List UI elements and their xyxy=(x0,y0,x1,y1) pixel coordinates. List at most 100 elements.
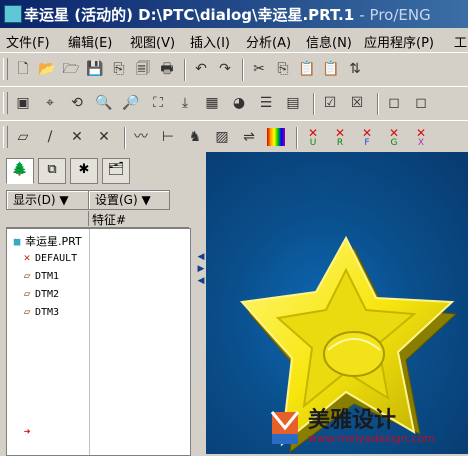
menu-analysis[interactable]: 分析(A) xyxy=(246,32,291,51)
analysis-letter-label: G xyxy=(390,138,398,148)
repaint-icon[interactable]: ▣ xyxy=(14,94,32,112)
orient-mode-icon[interactable]: ⟲ xyxy=(68,94,86,112)
tree-row[interactable]: ▱ DTM3 xyxy=(19,305,59,321)
tree-row[interactable]: ✕ DEFAULT xyxy=(19,251,77,267)
paste-special-icon[interactable]: 📋 xyxy=(322,60,340,78)
navigator-panel: 🌲 ⧉ ✱ 🗂 显示(D) ▼ 设置(G) ▼ 特征# ■ 幸运星.PRT ✕ DEFAUL… xyxy=(0,152,197,456)
title-bar: 幸运星 (活动的) D:\PTC\dialog\幸运星.PRT.1 - Pro/… xyxy=(0,0,468,28)
wireframe-icon[interactable]: ◻ xyxy=(385,94,403,112)
menu-view[interactable]: 视图(V) xyxy=(130,32,175,51)
menu-bar: 文件(F) 编辑(E) 视图(V) 插入(I) 分析(A) 信息(N) 应用程序… xyxy=(0,28,468,53)
reorient-icon[interactable]: ⤓ xyxy=(176,94,194,112)
datum-points-icon[interactable]: ✕ xyxy=(68,128,86,146)
toolbar-separator xyxy=(242,59,244,81)
color-map-icon[interactable]: ▮ xyxy=(267,128,285,146)
menu-applications[interactable]: 应用程序(P) xyxy=(364,32,434,51)
coordinate-systems-icon[interactable]: ✕ xyxy=(95,128,113,146)
reflection-icon[interactable]: ⇌ xyxy=(240,128,258,146)
datum-plane-icon: ▱ xyxy=(23,287,31,300)
layers-icon[interactable]: ☰ xyxy=(257,94,275,112)
undo-icon[interactable]: ↶ xyxy=(192,60,210,78)
cancel-icon[interactable]: ☒ xyxy=(348,94,366,112)
zoom-out-icon[interactable]: 🔎 xyxy=(122,94,140,112)
model-tree-tab[interactable]: 🌲 xyxy=(6,158,34,184)
analysis-letter-label: U xyxy=(309,138,317,148)
favorites-tab[interactable]: ✱ xyxy=(70,158,98,184)
save-copy-icon[interactable]: ⎘ xyxy=(110,60,128,78)
toolbar-separator xyxy=(296,127,298,149)
collapse-arrow-icon-2[interactable]: ◀ xyxy=(196,276,206,286)
layer-tab[interactable]: ⧉ xyxy=(38,158,66,184)
title-path: D:\PTC\dialog\幸运星.PRT.1 xyxy=(138,6,355,24)
toolbar-separator xyxy=(313,93,315,115)
appearance-icon[interactable]: ◕ xyxy=(230,94,248,112)
part-icon: ■ xyxy=(13,235,21,248)
title-app: - Pro/ENG xyxy=(359,6,431,24)
delete-analysis-icon[interactable]: ✕ X xyxy=(412,127,430,148)
toolbar-grip[interactable] xyxy=(3,58,8,80)
analysis-letter-label: F xyxy=(364,138,370,148)
tree-row[interactable]: ▱ DTM1 xyxy=(19,269,59,285)
window-title: 幸运星 (活动的) D:\PTC\dialog\幸运星.PRT.1 - Pro/… xyxy=(24,4,431,25)
open-session-icon[interactable]: 🗁 xyxy=(62,60,80,78)
menu-tools[interactable]: 工 xyxy=(454,32,467,51)
toolbar-separator xyxy=(377,93,379,115)
saved-views-icon[interactable]: ▦ xyxy=(203,94,221,112)
tree-row-label: DTM2 xyxy=(35,289,60,300)
model-analysis-icon[interactable]: ♞ xyxy=(186,128,204,146)
copy-icon[interactable]: ⎘ xyxy=(274,60,292,78)
watermark-url: www.meiyadesign.com xyxy=(308,432,435,445)
datum-planes-icon[interactable]: ▱ xyxy=(14,128,32,146)
print-icon[interactable]: 🖶 xyxy=(158,60,176,78)
curvature-icon[interactable]: ▨ xyxy=(213,128,231,146)
regenerate-icon[interactable]: ⇅ xyxy=(346,60,364,78)
feature-analysis-icon[interactable]: ✕ F xyxy=(358,127,376,148)
open-folder-icon[interactable]: 📂 xyxy=(38,60,56,78)
paste-icon[interactable]: 📋 xyxy=(298,60,316,78)
toolbar-separator xyxy=(124,127,126,149)
analysis-letter-label: X xyxy=(417,138,425,148)
tree-column-name[interactable] xyxy=(6,211,89,226)
menu-edit[interactable]: 编辑(E) xyxy=(68,32,112,51)
cut-icon[interactable]: ✂ xyxy=(250,60,268,78)
collapse-arrow-icon[interactable]: ◀ xyxy=(196,252,206,262)
tree-row-label: 幸运星.PRT xyxy=(25,235,82,248)
menu-file[interactable]: 文件(F) xyxy=(6,32,50,51)
hidden-line-icon[interactable]: ◻ xyxy=(412,94,430,112)
sketch-curve-icon[interactable]: 〰 xyxy=(132,128,150,146)
save-icon[interactable]: 💾 xyxy=(86,60,104,78)
confirm-icon[interactable]: ☑ xyxy=(321,94,339,112)
spin-center-icon[interactable]: ⌖ xyxy=(41,94,59,112)
refit-icon[interactable]: ⛶ xyxy=(149,94,167,112)
connections-tab[interactable]: 🗂 xyxy=(102,158,130,184)
menu-info[interactable]: 信息(N) xyxy=(306,32,352,51)
column-divider xyxy=(89,229,90,455)
app-icon xyxy=(4,5,22,23)
zoom-in-icon[interactable]: 🔍 xyxy=(95,94,113,112)
tree-row[interactable]: ➜ xyxy=(19,425,35,441)
toolbar-grip[interactable] xyxy=(3,126,8,148)
panel-splitter[interactable]: ◀ ▶ ◀ xyxy=(196,152,206,454)
redo-icon[interactable]: ↷ xyxy=(216,60,234,78)
tree-row[interactable]: ■ 幸运星.PRT xyxy=(9,233,82,249)
menu-insert[interactable]: 插入(I) xyxy=(190,32,230,51)
backup-icon[interactable]: 🗐 xyxy=(134,60,152,78)
undo-analysis-icon[interactable]: ✕ U xyxy=(304,127,322,148)
analysis-letter-label: R xyxy=(336,138,344,148)
tree-row-label: DTM3 xyxy=(35,307,60,318)
tree-column-feature-number[interactable]: 特征# xyxy=(92,211,126,228)
geometry-analysis-icon[interactable]: ✕ G xyxy=(385,127,403,148)
rename-analysis-icon[interactable]: ✕ R xyxy=(331,127,349,148)
datum-axes-icon[interactable]: / xyxy=(41,128,59,146)
datum-plane-icon: ▱ xyxy=(23,269,31,282)
expand-arrow-icon[interactable]: ▶ xyxy=(196,264,206,274)
toolbar-grip[interactable] xyxy=(3,92,8,114)
insert-here-arrow-icon: ➜ xyxy=(23,425,31,438)
measure-icon[interactable]: ⊢ xyxy=(159,128,177,146)
title-model: 幸运星 (活动的) xyxy=(24,6,133,24)
tree-row[interactable]: ▱ DTM2 xyxy=(19,287,59,303)
view-manager-icon[interactable]: ▤ xyxy=(284,94,302,112)
show-dropdown[interactable]: 显示(D) ▼ xyxy=(6,190,90,210)
new-file-icon[interactable]: 🗋 xyxy=(14,60,32,78)
settings-dropdown[interactable]: 设置(G) ▼ xyxy=(88,190,170,210)
